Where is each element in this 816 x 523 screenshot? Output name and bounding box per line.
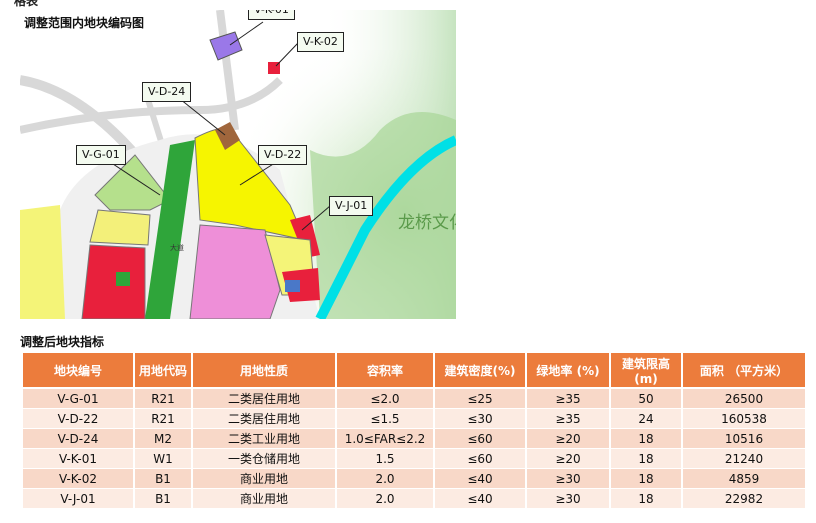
table-row: V-D-22 R21 二类居住用地 ≤1.5 ≤30 ≥35 24 160538 (23, 409, 805, 429)
header-area: 面积 （平方米） (683, 353, 805, 389)
cell-far: 2.0 (337, 469, 433, 489)
cell-green-ratio: ≥20 (527, 429, 609, 449)
cell-land-use: 商业用地 (193, 489, 335, 509)
header-land-use: 用地性质 (193, 353, 335, 389)
cell-land-code: B1 (135, 489, 191, 509)
cell-density: ≤30 (435, 409, 525, 429)
cell-land-use: 二类居住用地 (193, 389, 335, 409)
header-height-limit: 建筑限高(m) (611, 353, 681, 389)
parcel-index-table: 地块编号 用地代码 用地性质 容积率 建筑密度(%) 绿地率 (%) 建筑限高(… (21, 353, 807, 509)
cell-green-ratio: ≥35 (527, 389, 609, 409)
table-header-row: 地块编号 用地代码 用地性质 容积率 建筑密度(%) 绿地率 (%) 建筑限高(… (23, 353, 805, 389)
cell-land-use: 商业用地 (193, 469, 335, 489)
cell-parcel-id: V-K-02 (23, 469, 133, 489)
cell-land-code: R21 (135, 389, 191, 409)
cell-area: 160538 (683, 409, 805, 429)
cell-height-limit: 18 (611, 489, 681, 509)
cell-density: ≤25 (435, 389, 525, 409)
table-row: V-J-01 B1 商业用地 2.0 ≤40 ≥30 18 22982 (23, 489, 805, 509)
cell-land-code: M2 (135, 429, 191, 449)
cell-density: ≤40 (435, 469, 525, 489)
cell-height-limit: 50 (611, 389, 681, 409)
table-row: V-K-02 B1 商业用地 2.0 ≤40 ≥30 18 4859 (23, 469, 805, 489)
cell-area: 21240 (683, 449, 805, 469)
road-label: 大道 (170, 243, 184, 252)
header-green-ratio: 绿地率 (%) (527, 353, 609, 389)
callout-v-k-01: V-K-01 (248, 10, 295, 20)
cell-area: 26500 (683, 389, 805, 409)
cell-land-code: R21 (135, 409, 191, 429)
cell-land-use: 二类工业用地 (193, 429, 335, 449)
cell-parcel-id: V-J-01 (23, 489, 133, 509)
cell-far: 1.0≤FAR≤2.2 (337, 429, 433, 449)
cell-density: ≤40 (435, 489, 525, 509)
cell-area: 22982 (683, 489, 805, 509)
callout-v-g-01: V-G-01 (76, 145, 126, 165)
callout-v-j-01: V-J-01 (329, 196, 374, 216)
cell-green-ratio: ≥35 (527, 409, 609, 429)
cell-density: ≤60 (435, 429, 525, 449)
header-density: 建筑密度(%) (435, 353, 525, 389)
callout-v-d-24: V-D-24 (142, 82, 192, 102)
table-title: 调整后地块指标 (20, 335, 105, 349)
cell-far: 1.5 (337, 449, 433, 469)
cell-area: 4859 (683, 469, 805, 489)
cell-far: 2.0 (337, 489, 433, 509)
cell-far: ≤2.0 (337, 389, 433, 409)
cell-far: ≤1.5 (337, 409, 433, 429)
cell-green-ratio: ≥20 (527, 449, 609, 469)
cell-land-use: 一类仓储用地 (193, 449, 335, 469)
header-land-code: 用地代码 (135, 353, 191, 389)
cell-parcel-id: V-D-22 (23, 409, 133, 429)
parcel-map: 龙桥文化 大道 调整范围内地块编码图 V-K-01 V-K-02 V-D-24 … (20, 10, 456, 319)
cell-land-code: B1 (135, 469, 191, 489)
table-row: V-G-01 R21 二类居住用地 ≤2.0 ≤25 ≥35 50 26500 (23, 389, 805, 409)
callout-v-k-02: V-K-02 (297, 32, 344, 52)
cell-height-limit: 18 (611, 429, 681, 449)
cell-green-ratio: ≥30 (527, 469, 609, 489)
cell-area: 10516 (683, 429, 805, 449)
table-row: V-D-24 M2 二类工业用地 1.0≤FAR≤2.2 ≤60 ≥20 18 … (23, 429, 805, 449)
cell-land-code: W1 (135, 449, 191, 469)
map-title: 调整范围内地块编码图 (24, 16, 145, 30)
header-parcel-id: 地块编号 (23, 353, 133, 389)
cell-parcel-id: V-K-01 (23, 449, 133, 469)
cell-parcel-id: V-G-01 (23, 389, 133, 409)
cell-height-limit: 18 (611, 449, 681, 469)
cell-height-limit: 24 (611, 409, 681, 429)
callout-v-d-22: V-D-22 (258, 145, 308, 165)
table-row: V-K-01 W1 一类仓储用地 1.5 ≤60 ≥20 18 21240 (23, 449, 805, 469)
cell-height-limit: 18 (611, 469, 681, 489)
cell-density: ≤60 (435, 449, 525, 469)
cell-land-use: 二类居住用地 (193, 409, 335, 429)
top-cut-text: 格表 (14, 0, 39, 8)
cell-green-ratio: ≥30 (527, 489, 609, 509)
cell-parcel-id: V-D-24 (23, 429, 133, 449)
place-label: 龙桥文化 (398, 213, 456, 232)
header-far: 容积率 (337, 353, 433, 389)
